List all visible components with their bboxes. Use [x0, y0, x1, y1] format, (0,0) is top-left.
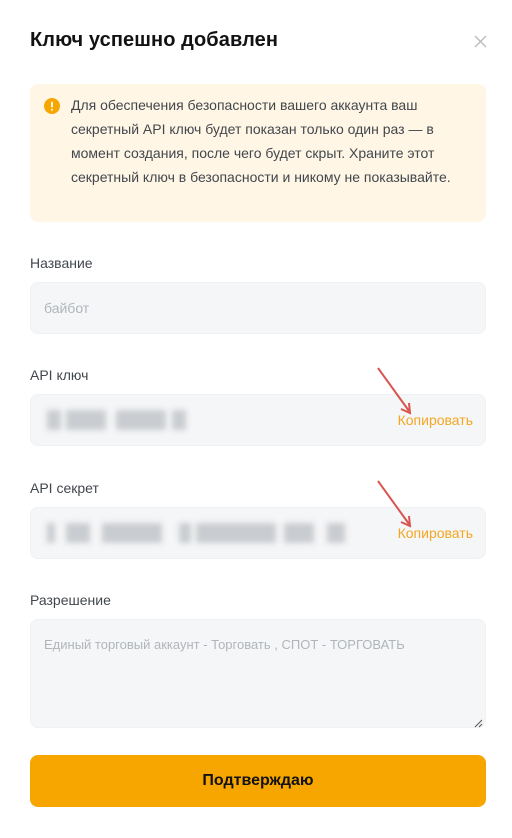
security-warning: Для обеспечения безопасности вашего акка…	[30, 84, 486, 222]
name-label: Название	[30, 255, 93, 271]
permission-textarea[interactable]: Единый торговый аккаунт - Торговать , СП…	[30, 619, 486, 728]
warning-icon	[44, 98, 60, 114]
name-value: байбот	[44, 300, 90, 316]
annotation-arrow-icon	[377, 367, 412, 415]
api-secret-label: API секрет	[30, 480, 99, 496]
annotation-arrow-icon	[377, 480, 412, 528]
api-key-label: API ключ	[30, 367, 89, 383]
modal-title: Ключ успешно добавлен	[30, 29, 279, 51]
resize-handle-icon[interactable]	[473, 715, 483, 728]
permission-value: Единый торговый аккаунт - Торговать , СП…	[44, 637, 405, 652]
warning-text: Для обеспечения безопасности вашего акка…	[71, 97, 451, 185]
name-field[interactable]: байбот	[30, 282, 486, 334]
confirm-button[interactable]: Подтверждаю	[30, 755, 486, 807]
permission-label: Разрешение	[30, 592, 111, 608]
api-key-created-modal: Ключ успешно добавлен Для обеспечения бе…	[0, 0, 512, 838]
close-icon[interactable]	[471, 32, 491, 52]
